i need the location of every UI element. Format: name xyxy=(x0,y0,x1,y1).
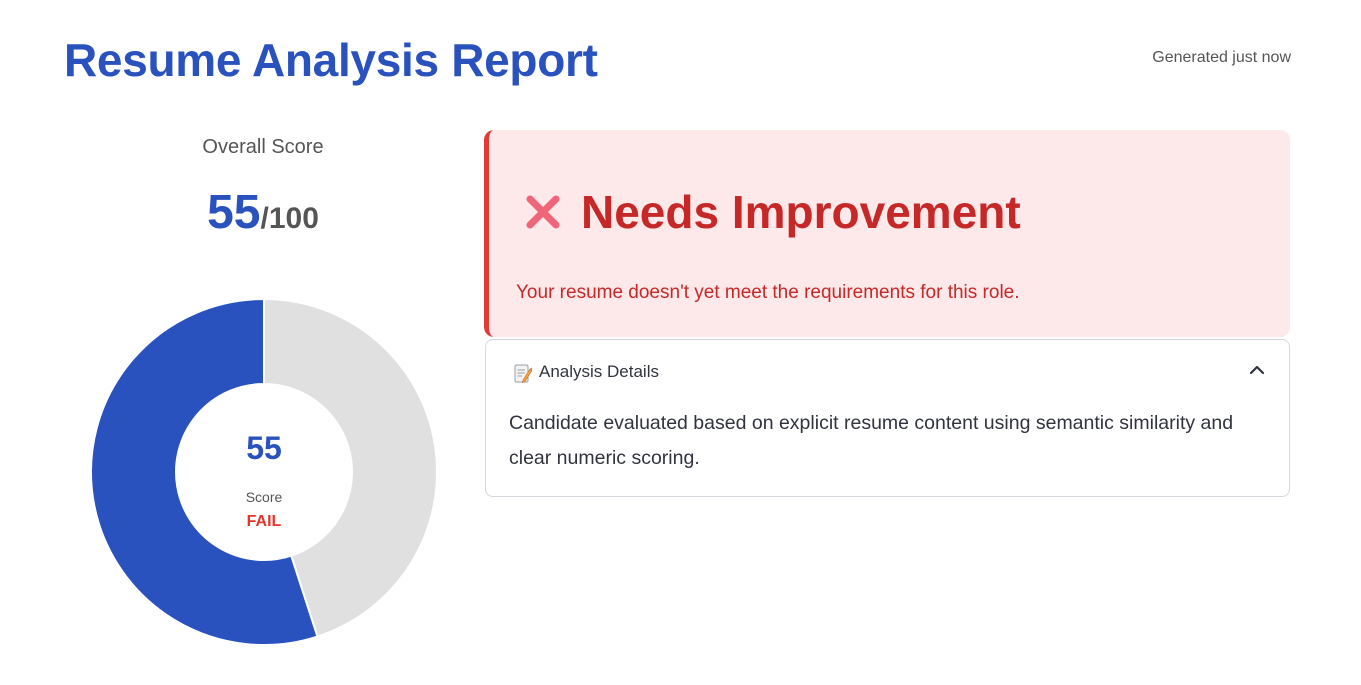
chevron-up-icon[interactable] xyxy=(1249,364,1265,376)
donut-status: FAIL xyxy=(246,513,282,530)
score-caption: Overall Score xyxy=(202,136,324,158)
score-display: 55/100 xyxy=(64,187,462,250)
analysis-details-expander: Analysis Details Candidate evaluated bas… xyxy=(485,339,1290,497)
x-icon xyxy=(526,195,560,229)
score-max: /100 xyxy=(260,202,319,235)
verdict-card: Needs Improvement Your resume doesn't ye… xyxy=(484,130,1290,337)
generated-timestamp: Generated just now xyxy=(1152,49,1291,66)
report-page: Resume Analysis Report Generated just no… xyxy=(0,0,1361,685)
memo-icon xyxy=(514,364,532,383)
donut-label: Score xyxy=(245,489,283,505)
details-body: Candidate evaluated based on explicit re… xyxy=(509,412,1234,469)
score-value: 55 xyxy=(207,186,261,239)
score-donut-chart: 55 Score FAIL xyxy=(90,298,438,646)
verdict-header: Needs Improvement xyxy=(523,184,1021,240)
donut-center: 55 Score FAIL xyxy=(90,298,438,646)
page-title: Resume Analysis Report xyxy=(64,34,598,86)
analysis-details-toggle[interactable]: Analysis Details xyxy=(486,340,1289,404)
verdict-message: Your resume doesn't yet meet the require… xyxy=(516,282,1020,303)
verdict-title: Needs Improvement xyxy=(581,186,1021,238)
details-title: Analysis Details xyxy=(539,362,659,381)
donut-value: 55 xyxy=(246,430,282,466)
score-summary: Overall Score 55/100 xyxy=(64,128,462,250)
